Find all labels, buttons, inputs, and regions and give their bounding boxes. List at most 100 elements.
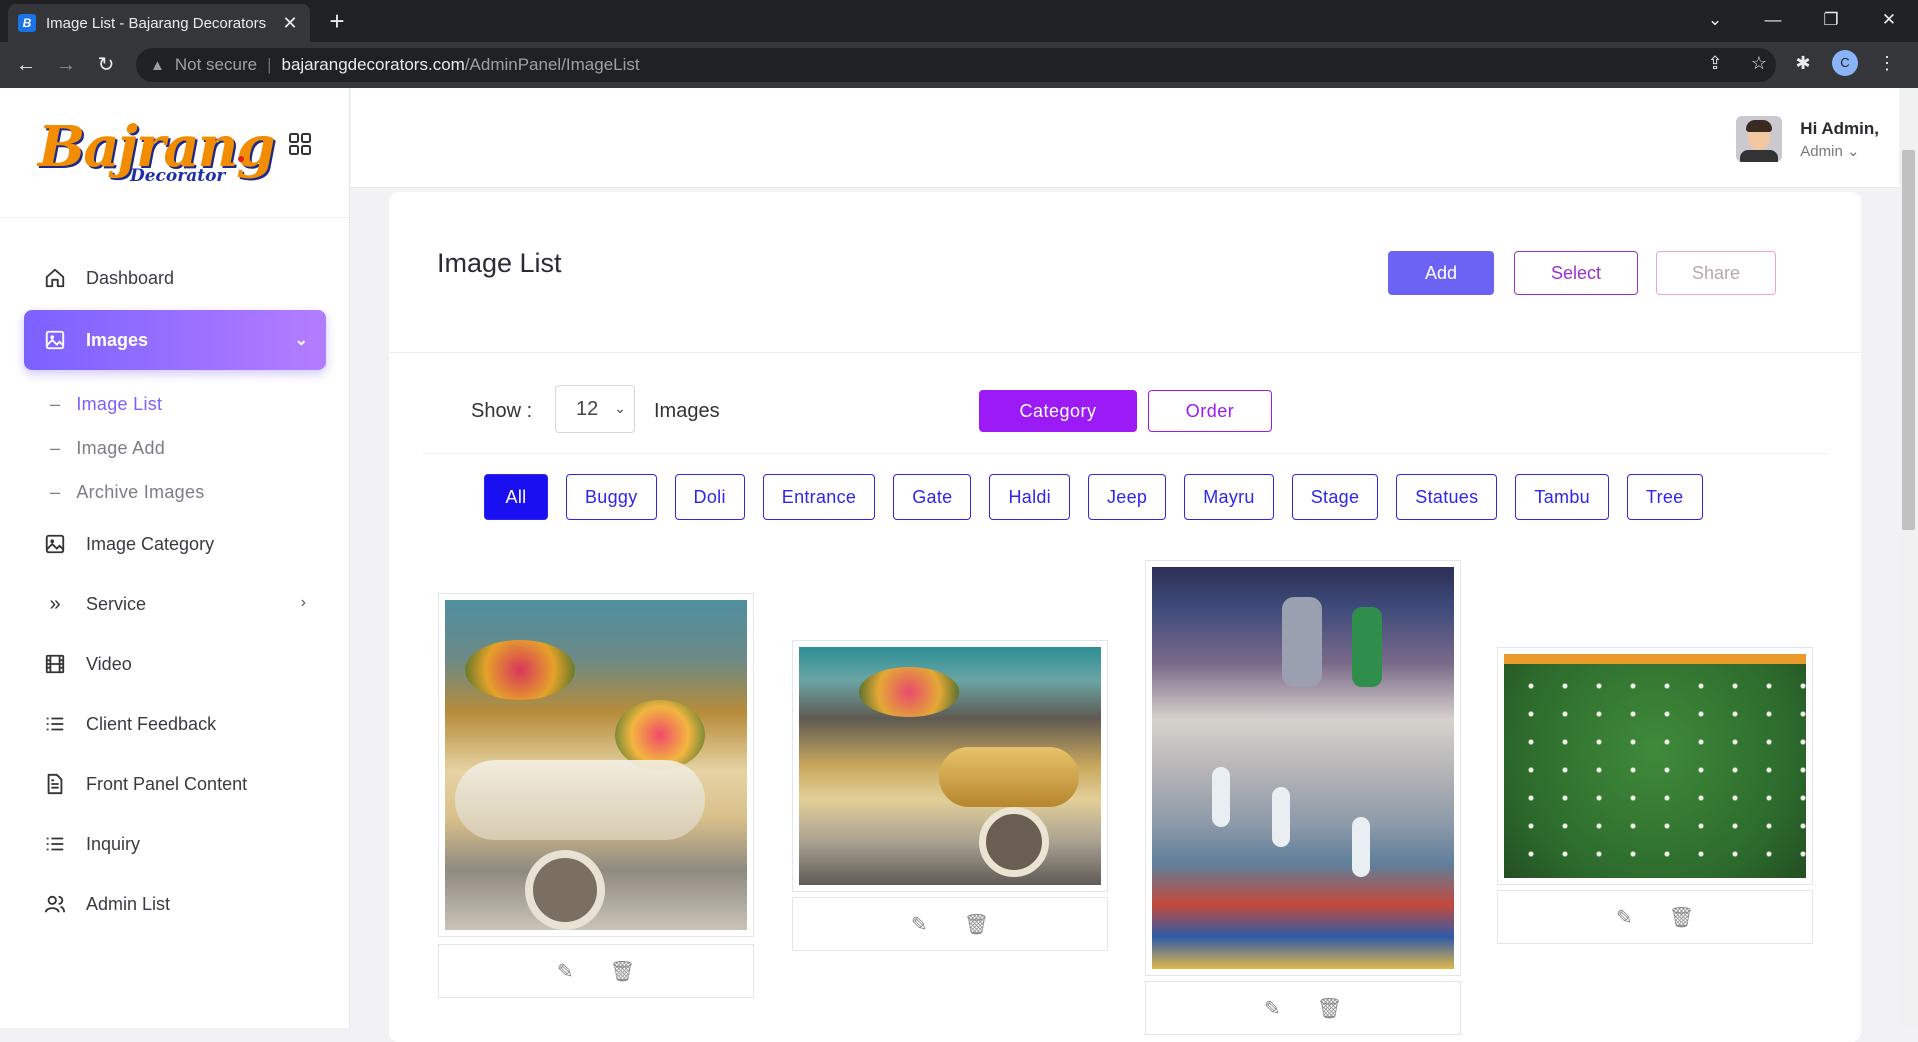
- favicon-icon: B: [18, 14, 36, 32]
- filter-buggy[interactable]: Buggy: [566, 474, 657, 520]
- image-card[interactable]: [792, 640, 1108, 892]
- image-actions: ✎ 🗑: [1145, 981, 1461, 1035]
- sidebar-item-image-category[interactable]: Image Category: [0, 514, 350, 574]
- address-bar[interactable]: ▲ Not secure | bajarangdecorators.com/Ad…: [136, 48, 1776, 82]
- page-title: Image List: [437, 248, 562, 278]
- image-card[interactable]: [1145, 560, 1461, 976]
- category-button[interactable]: Category: [979, 390, 1137, 432]
- close-window-icon[interactable]: ✕: [1860, 0, 1918, 40]
- tab-title: Image List - Bajarang Decorators: [46, 14, 267, 32]
- document-icon: [44, 773, 66, 795]
- close-tab-icon[interactable]: ✕: [280, 13, 300, 34]
- profile-avatar[interactable]: C: [1832, 50, 1858, 76]
- sidebar: Bajrang Decorator Dashboard Images ⌄ – I…: [0, 88, 350, 1028]
- sidebar-subitem-image-list[interactable]: – Image List: [0, 382, 350, 426]
- logo-area: Bajrang Decorator: [0, 88, 349, 218]
- dash-icon: –: [50, 481, 61, 502]
- sidebar-item-label: Client Feedback: [86, 713, 217, 734]
- reload-icon[interactable]: ↻: [92, 51, 120, 79]
- film-icon: [44, 653, 66, 675]
- show-label: Show :: [471, 400, 533, 422]
- user-menu[interactable]: Hi Admin, Admin ⌄: [1736, 116, 1879, 162]
- filter-all[interactable]: All: [484, 474, 548, 520]
- image-card[interactable]: [1497, 647, 1813, 885]
- edit-icon[interactable]: ✎: [557, 959, 574, 984]
- sidebar-item-label: Inquiry: [86, 833, 141, 854]
- page-scrollbar[interactable]: [1899, 88, 1918, 1028]
- filter-entrance[interactable]: Entrance: [762, 474, 876, 520]
- tab-search-icon[interactable]: ⌄: [1686, 0, 1744, 40]
- brand-logo[interactable]: Bajrang Decorator: [38, 114, 276, 190]
- warning-icon: ▲: [150, 56, 165, 74]
- delete-icon[interactable]: 🗑: [964, 912, 989, 937]
- image-card[interactable]: [438, 593, 754, 937]
- image-thumbnail[interactable]: [1504, 654, 1806, 878]
- double-chevron-icon: »: [49, 592, 61, 615]
- scrollbar-thumb[interactable]: [1902, 150, 1915, 530]
- sidebar-item-dashboard[interactable]: Dashboard: [0, 248, 350, 308]
- grid-menu-icon[interactable]: [288, 132, 312, 156]
- sidebar-item-admin-list[interactable]: Admin List: [0, 874, 350, 934]
- image-thumbnail[interactable]: [1152, 567, 1454, 969]
- delete-icon[interactable]: 🗑: [1317, 996, 1342, 1021]
- filter-jeep[interactable]: Jeep: [1087, 474, 1167, 520]
- dash-icon: –: [50, 437, 61, 458]
- toolbar-actions: ⇪ ☆ ✱ C ⋮: [1700, 50, 1902, 76]
- back-icon[interactable]: ←: [12, 51, 40, 79]
- sidebar-item-label: Admin List: [86, 893, 171, 914]
- filter-haldi[interactable]: Haldi: [989, 474, 1070, 520]
- sidebar-subitem-archive-images[interactable]: – Archive Images: [0, 470, 350, 514]
- delete-icon[interactable]: 🗑: [1669, 905, 1694, 930]
- browser-menu-icon[interactable]: ⋮: [1872, 53, 1902, 74]
- sidebar-subitem-image-add[interactable]: – Image Add: [0, 426, 350, 470]
- filter-tambu[interactable]: Tambu: [1515, 474, 1609, 520]
- forward-icon[interactable]: →: [52, 51, 80, 79]
- chevron-down-icon: ⌄: [614, 400, 626, 416]
- filter-gate[interactable]: Gate: [893, 474, 972, 520]
- extensions-icon[interactable]: ✱: [1788, 53, 1818, 74]
- delete-icon[interactable]: 🗑: [610, 959, 635, 984]
- new-tab-button[interactable]: +: [322, 6, 352, 36]
- edit-icon[interactable]: ✎: [1264, 996, 1281, 1021]
- sidebar-item-video[interactable]: Video: [0, 634, 350, 694]
- filter-statues[interactable]: Statues: [1396, 474, 1498, 520]
- select-button[interactable]: Select: [1514, 251, 1638, 295]
- image-thumbnail[interactable]: [445, 600, 747, 930]
- page-size-value: 12: [576, 397, 599, 420]
- page-size-select[interactable]: 12 ⌄: [555, 385, 635, 433]
- sidebar-item-label: Dashboard: [86, 267, 175, 288]
- browser-tab[interactable]: B Image List - Bajarang Decorators ✕: [8, 4, 310, 42]
- sidebar-item-service[interactable]: » Service ›: [0, 574, 350, 634]
- sidebar-subitem-label: Archive Images: [76, 481, 205, 502]
- edit-icon[interactable]: ✎: [911, 912, 928, 937]
- image-actions: ✎ 🗑: [792, 897, 1108, 951]
- sidebar-item-front-panel-content[interactable]: Front Panel Content: [0, 754, 350, 814]
- filter-mayru[interactable]: Mayru: [1184, 474, 1274, 520]
- image-thumbnail[interactable]: [799, 647, 1101, 885]
- filter-doli[interactable]: Doli: [674, 474, 745, 520]
- filter-tree[interactable]: Tree: [1626, 474, 1703, 520]
- sidebar-item-client-feedback[interactable]: Client Feedback: [0, 694, 350, 754]
- sidebar-subitem-label: Image Add: [76, 437, 166, 458]
- top-bar: Hi Admin, Admin ⌄: [351, 88, 1899, 188]
- logo-dot: [238, 156, 244, 162]
- sidebar-item-inquiry[interactable]: Inquiry: [0, 814, 350, 874]
- user-greeting: Hi Admin,: [1800, 118, 1879, 138]
- order-button[interactable]: Order: [1148, 390, 1272, 432]
- sidebar-item-images[interactable]: Images ⌄: [24, 310, 326, 370]
- security-label: Not secure: [174, 55, 258, 74]
- share-page-icon[interactable]: ⇪: [1700, 53, 1730, 74]
- share-button[interactable]: Share: [1656, 251, 1776, 295]
- sidebar-subitem-label: Image List: [76, 393, 163, 414]
- divider: [423, 453, 1829, 454]
- minimize-icon[interactable]: —: [1744, 0, 1802, 40]
- filter-stage[interactable]: Stage: [1291, 474, 1379, 520]
- sidebar-item-label: Front Panel Content: [86, 773, 248, 794]
- bookmark-star-icon[interactable]: ☆: [1744, 53, 1774, 74]
- image-actions: ✎ 🗑: [438, 944, 754, 998]
- dash-icon: –: [50, 393, 61, 414]
- add-button[interactable]: Add: [1388, 251, 1494, 295]
- edit-icon[interactable]: ✎: [1616, 905, 1633, 930]
- chevron-down-icon: ⌄: [294, 332, 308, 349]
- restore-icon[interactable]: ❐: [1802, 0, 1860, 40]
